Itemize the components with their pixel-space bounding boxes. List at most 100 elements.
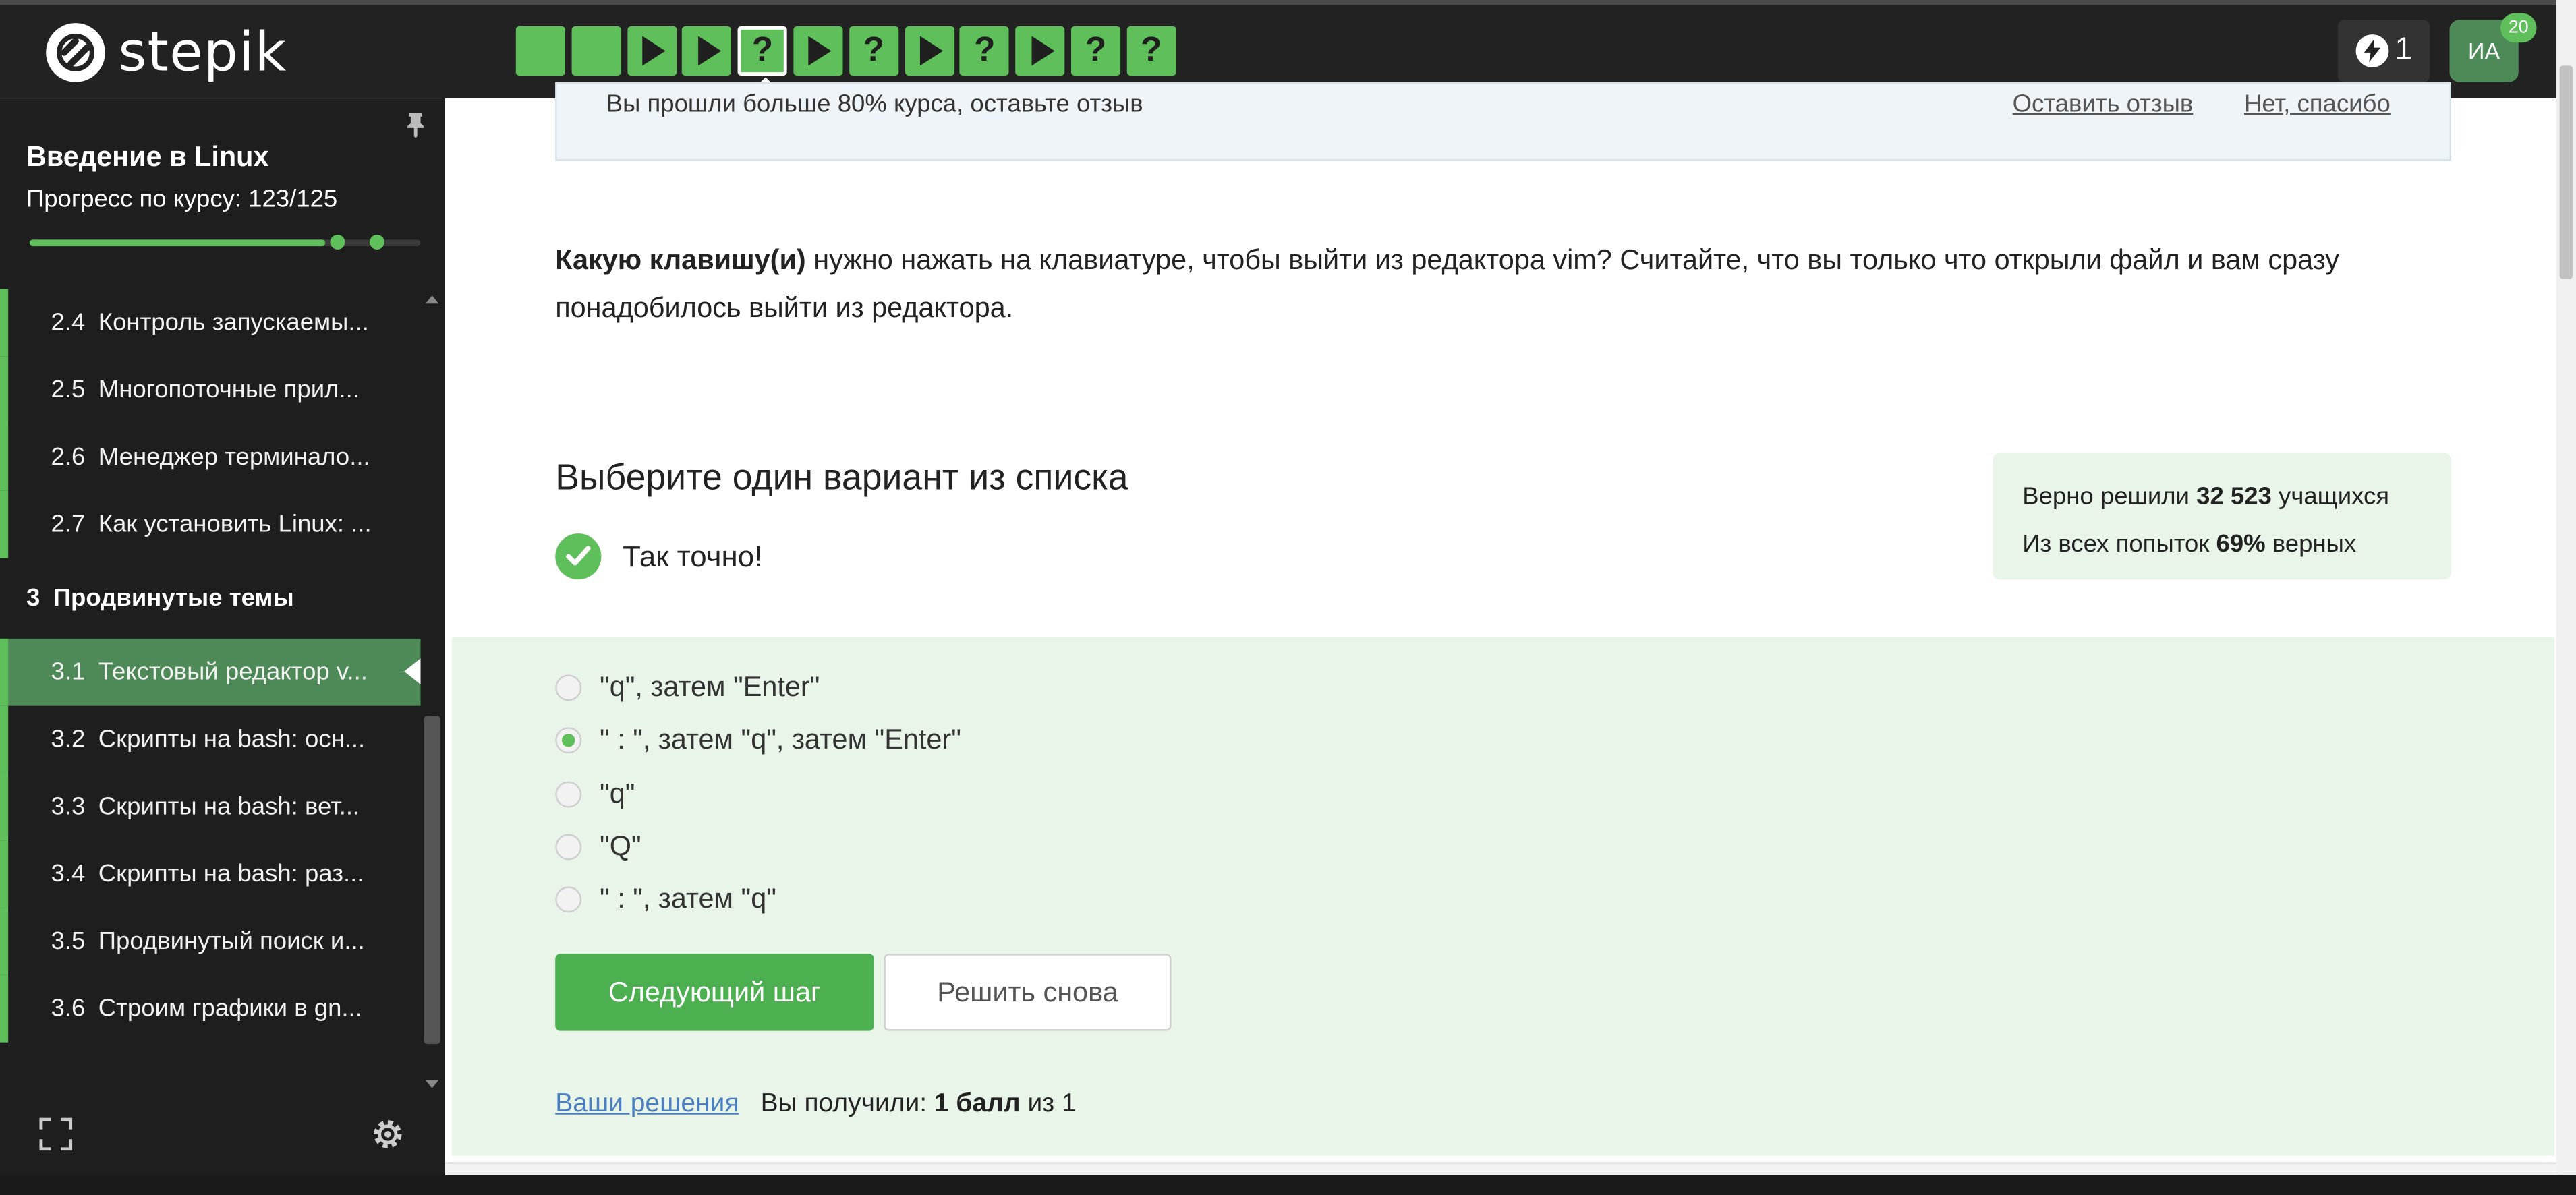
lesson-number: 3.6 [51, 995, 86, 1023]
quiz-title: Выберите один вариант из списка [555, 456, 1128, 498]
lesson-item[interactable]: 2.7 Как установить Linux: ... [0, 490, 421, 558]
score-text: Вы получили: 1 балл из 1 [760, 1090, 1077, 1118]
stepik-logo-text: stepik [118, 20, 287, 84]
lesson-item[interactable]: 2.4 Контроль запускаемы... [0, 289, 421, 357]
lesson-label: Текстовый редактор v... [98, 658, 368, 687]
step-video[interactable] [793, 26, 843, 76]
stats-solved: Верно решили 32 523 учащихся [2022, 482, 2390, 511]
sidebar-scroll-thumb[interactable] [424, 716, 440, 1045]
progress-marker [330, 235, 345, 250]
answer-option-label: " : ", затем "q" [599, 883, 776, 915]
sidebar-scrollbar[interactable] [421, 289, 440, 1093]
lesson-item[interactable]: 3.4 Скрипты на bash: раз... [0, 840, 421, 908]
scroll-down-icon[interactable] [425, 1080, 439, 1088]
lesson-label: Продвинутый поиск и... [98, 927, 365, 956]
no-thanks-link[interactable]: Нет, спасибо [2244, 90, 2391, 118]
radio-button[interactable] [555, 886, 582, 913]
page-scrollbar[interactable] [2556, 0, 2576, 1175]
question-bold: Какую клавишу(и) [555, 244, 806, 276]
lesson-item[interactable]: 3.3 Скрипты на bash: вет... [0, 773, 421, 841]
lesson-number: 3.4 [51, 860, 86, 888]
course-title[interactable]: Введение в Linux [26, 141, 269, 174]
review-notice-text: Вы прошли больше 80% курса, оставьте отз… [606, 90, 1143, 119]
next-step-button[interactable]: Следующий шаг [555, 954, 874, 1031]
step-video[interactable] [682, 26, 732, 76]
scroll-up-icon[interactable] [425, 295, 439, 304]
result-status: Так точно! [555, 533, 763, 580]
step-quiz[interactable]: ? [1126, 26, 1176, 76]
lesson-label: Как установить Linux: ... [98, 511, 372, 539]
play-icon [1031, 36, 1054, 66]
lesson-item[interactable]: 3.1 Текстовый редактор v... [0, 638, 421, 706]
radio-selected-dot [561, 734, 575, 748]
answer-option-label: "q", затем "Enter" [599, 671, 820, 703]
course-progress-bar [29, 239, 421, 247]
radio-button[interactable] [555, 834, 582, 861]
progress-marker [370, 235, 384, 250]
gear-icon[interactable] [370, 1116, 406, 1153]
lesson-label: Скрипты на bash: осн... [98, 725, 366, 754]
answer-option[interactable]: "q", затем "Enter" [555, 672, 820, 705]
step-video[interactable] [904, 26, 954, 76]
page-scroll-thumb[interactable] [2559, 65, 2573, 279]
lesson-number: 3.2 [51, 725, 86, 754]
retry-button[interactable]: Решить снова [884, 954, 1172, 1031]
question-text: Какую клавишу(и) нужно нажать на клавиат… [555, 237, 2428, 332]
answer-option[interactable]: " : ", затем "q", затем "Enter" [555, 724, 961, 757]
lesson-item[interactable]: 3.6 Строим графики в gn... [0, 974, 421, 1043]
lesson-steps: ????? [515, 26, 1180, 88]
answer-option-label: " : ", затем "q", затем "Enter" [599, 724, 961, 756]
streak-button[interactable]: 1 [2337, 20, 2430, 82]
notifications-badge: 20 [2500, 13, 2537, 43]
streak-count: 1 [2395, 32, 2413, 67]
radio-button[interactable] [555, 674, 582, 701]
review-notice: Вы прошли больше 80% курса, оставьте отз… [555, 82, 2451, 161]
lesson-label: Скрипты на bash: вет... [98, 792, 360, 821]
your-solutions-link[interactable]: Ваши решения [555, 1090, 739, 1119]
lesson-number: 2.4 [51, 308, 86, 337]
fullscreen-icon[interactable] [39, 1117, 73, 1151]
lesson-item[interactable]: 3.2 Скрипты на bash: осн... [0, 705, 421, 774]
lesson-item[interactable]: 2.5 Многопоточные прил... [0, 356, 421, 424]
result-text: Так точно! [623, 539, 763, 573]
answer-option-label: "q" [599, 777, 635, 809]
window-edge [0, 0, 2576, 5]
step-text[interactable] [515, 26, 565, 76]
course-progress-fill [29, 239, 326, 247]
step-text[interactable] [571, 26, 621, 76]
lesson-item[interactable]: 3.5 Продвинутый поиск и... [0, 908, 421, 975]
lesson-number: 2.5 [51, 376, 86, 404]
play-icon [697, 36, 721, 66]
lesson-label: Контроль запускаемы... [98, 308, 369, 337]
answer-option[interactable]: "q" [555, 778, 635, 811]
answer-option[interactable]: "Q" [555, 830, 641, 863]
stepik-logo[interactable]: stepik [46, 20, 287, 84]
stats-percent: Из всех попыток 69% верных [2022, 530, 2357, 558]
step-quiz[interactable]: ? [849, 26, 898, 76]
course-progress-text: Прогресс по курсу: 123/125 [26, 185, 338, 214]
step-quiz[interactable]: ? [1070, 26, 1121, 76]
leave-review-link[interactable]: Оставить отзыв [2013, 90, 2194, 118]
lesson-number: 2.6 [51, 443, 86, 471]
lesson-label: Многопоточные прил... [98, 376, 360, 404]
lesson-label: Строим графики в gn... [98, 995, 362, 1023]
step-video[interactable] [627, 26, 677, 76]
radio-button[interactable] [555, 728, 582, 754]
question-rest: нужно нажать на клавиатуре, чтобы выйти … [555, 244, 2339, 324]
answer-option-label: "Q" [599, 830, 641, 862]
answer-option[interactable]: " : ", затем "q" [555, 883, 776, 916]
step-video[interactable] [1015, 26, 1065, 76]
lesson-number: 2.7 [51, 511, 86, 539]
step-stats: Верно решили 32 523 учащихся Из всех поп… [1993, 453, 2451, 580]
pin-icon[interactable] [406, 112, 426, 143]
lesson-item[interactable]: 2.6 Менеджер терминало... [0, 423, 421, 491]
section-header[interactable]: 3 Продвинутые темы [0, 558, 421, 639]
check-icon [555, 533, 602, 580]
play-icon [642, 36, 666, 66]
lesson-number: 3.1 [51, 658, 86, 687]
lesson-label: Скрипты на bash: раз... [98, 860, 364, 888]
step-quiz[interactable]: ? [960, 26, 1010, 76]
table-of-contents: 2.4 Контроль запускаемы... 2.5 Многопоточны… [0, 289, 421, 1093]
radio-button[interactable] [555, 780, 582, 807]
step-quiz[interactable]: ? [738, 26, 788, 88]
